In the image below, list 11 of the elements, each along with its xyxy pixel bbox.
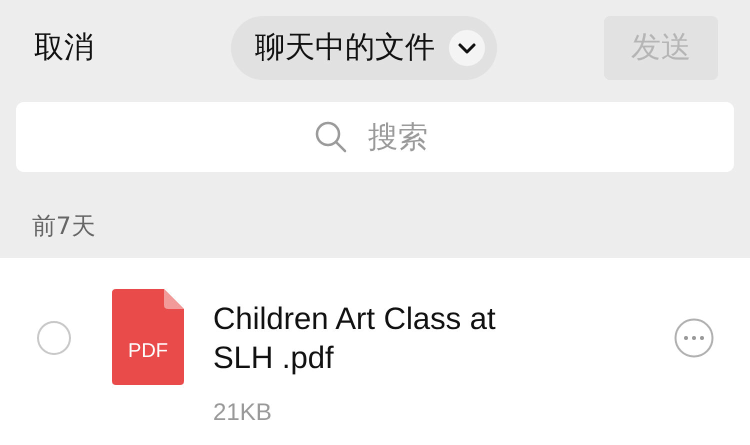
section-header: 前7天 bbox=[31, 211, 96, 242]
select-radio[interactable] bbox=[37, 321, 71, 355]
source-dropdown[interactable]: 聊天中的文件 bbox=[231, 16, 497, 80]
search-field[interactable]: 搜索 bbox=[16, 102, 734, 172]
file-name: Children Art Class at SLH .pdf bbox=[213, 300, 497, 377]
search-icon bbox=[314, 120, 348, 154]
chevron-down-icon bbox=[449, 30, 485, 66]
file-size: 21KB bbox=[213, 399, 273, 427]
cancel-button[interactable]: 取消 bbox=[34, 27, 94, 68]
pdf-file-icon: PDF bbox=[112, 289, 184, 385]
more-icon[interactable] bbox=[674, 318, 714, 358]
